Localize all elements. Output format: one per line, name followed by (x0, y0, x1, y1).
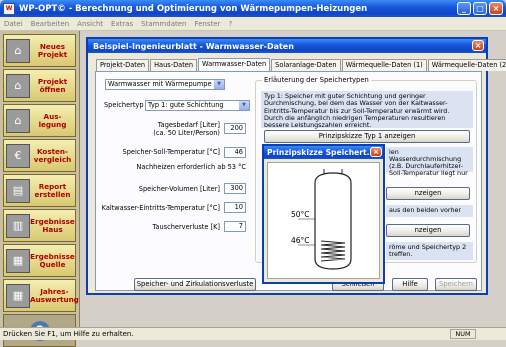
house-design-icon: ⌂ (6, 108, 30, 133)
app-title: WP-OPT© - Berechnung und Optimierung von… (19, 3, 368, 14)
sidebar-label: Projekt öffnen (37, 76, 68, 94)
sidebar-label: Kosten-vergleich (33, 146, 72, 164)
sidebar-open-project[interactable]: ⌂ Projekt öffnen (3, 69, 76, 102)
house-open-icon: ⌂ (6, 73, 30, 98)
speichern-button[interactable]: Speichern (435, 278, 477, 291)
tab-projekt-daten[interactable]: Projekt-Daten (96, 59, 150, 71)
minimize-button[interactable]: _ (457, 2, 471, 15)
tank-outline (314, 172, 352, 270)
group-title: Erläuterung der Speichertypen (262, 76, 371, 84)
tab-haus-daten[interactable]: Haus-Daten (150, 59, 198, 71)
status-text: Drücken Sie F1, um Hilfe zu erhalten. (3, 330, 134, 338)
menu-datei[interactable]: Datei (4, 20, 23, 28)
sidebar-label: Ergebnisse Haus (30, 216, 75, 234)
info-typ1: Typ 1: Speicher mit guter Schichtung und… (261, 91, 473, 129)
kaltwasser-temp-input[interactable]: 10 (224, 202, 246, 213)
house-icon: ⌂ (6, 38, 30, 63)
sidebar-label: Ergebnisse Quelle (30, 251, 75, 269)
chart-source-icon: ▦ (6, 248, 30, 273)
sidebar-new-project[interactable]: ⌂ Neues Projekt (3, 34, 76, 67)
nachheizen-text: Nachheizen erforderlich ab 53 °C (136, 163, 246, 171)
heat-exchanger-coil (320, 240, 346, 262)
speicher-volumen-label: Speicher-Volumen [Liter] (138, 185, 220, 193)
menu-extras[interactable]: Extras (111, 20, 133, 28)
temp-top-label: 50°C (291, 210, 310, 219)
money-icon: € (6, 143, 30, 168)
sidebar-label: Neues Projekt (37, 41, 68, 59)
speicher-soll-temp-input[interactable]: 46 (224, 147, 246, 158)
sidebar-report[interactable]: ▤ Report erstellen (3, 174, 76, 207)
sidebar-label: Report erstellen (34, 181, 71, 199)
close-button[interactable]: × (489, 2, 503, 15)
tagesbedarf-input[interactable]: 200 (224, 123, 246, 134)
chevron-down-icon: ▼ (214, 80, 224, 89)
sidebar-results-house[interactable]: ▥ Ergebnisse Haus (3, 209, 76, 242)
tab-waermequelle-2[interactable]: Wärmequelle-Daten (2) (427, 59, 506, 71)
sketch-canvas: 50°C 46°C (267, 162, 380, 279)
kaltwasser-temp-label: Kaltwasser-Eintritts-Temperatur [°C] (101, 204, 220, 212)
dialog-close-button[interactable]: × (472, 40, 484, 51)
speicher-volumen-input[interactable]: 300 (224, 183, 246, 194)
app-logo-icon: W (3, 2, 15, 15)
speichertyp-value: Typ 1: gute Schichtung (148, 101, 224, 109)
menu-ansicht[interactable]: Ansicht (77, 20, 103, 28)
menu-help[interactable]: ? (228, 20, 232, 28)
sidebar: ⌂ Neues Projekt ⌂ Projekt öffnen ⌂ Aus-l… (0, 31, 80, 347)
tab-strip: Projekt-Daten Haus-Daten Warmwasser-Date… (96, 58, 506, 71)
menu-fenster[interactable]: Fenster (194, 20, 220, 28)
sketch-close-button[interactable]: × (370, 147, 382, 157)
calendar-icon: ▦ (6, 283, 30, 308)
speicher-soll-temp-label: Speicher-Soll-Temperatur [°C] (122, 148, 220, 156)
info-typ3: aus den beiden vorher (386, 205, 473, 217)
sidebar-label: Aus-legung (38, 111, 67, 129)
speicherverluste-button[interactable]: Speicher- und Zirkulationsverluste (134, 278, 256, 291)
menu-stammdaten[interactable]: Stammdaten (141, 20, 186, 28)
prinzipskizze-typ1-button[interactable]: Prinzipskizze Typ 1 anzeigen (264, 130, 470, 143)
prinzipskizze-typ3-button[interactable]: nzeigen (386, 224, 470, 237)
dialog-title: Beispiel-Ingenieurblatt - Warmwasser-Dat… (93, 41, 294, 51)
sidebar-label: Jahres-Auswertung (30, 286, 79, 304)
tagesbedarf-label: Tagesbedarf [Liter] (ca. 50 Liter/Person… (153, 121, 220, 137)
info-typ4-line2: treffen. (389, 250, 413, 258)
tab-waermequelle-1[interactable]: Wärmequelle-Daten (1) (341, 59, 427, 71)
speichertyp-select[interactable]: Typ 1: gute Schichtung ▼ (145, 100, 250, 111)
report-icon: ▤ (6, 178, 30, 203)
sidebar-design[interactable]: ⌂ Aus-legung (3, 104, 76, 137)
sidebar-results-source[interactable]: ▦ Ergebnisse Quelle (3, 244, 76, 277)
info-typ2-line3: Soll-Temperatur liegt nur (389, 169, 468, 177)
temp-bottom-label: 46°C (291, 236, 310, 245)
menu-bearbeiten[interactable]: Bearbeiten (31, 20, 69, 28)
sketch-window: Prinzipskizze Speichert... × 50°C 46°C (262, 144, 385, 284)
mode-select[interactable]: Warmwasser mit Wärmepumpe ▼ (105, 79, 225, 90)
sketch-title: Prinzipskizze Speichert... (267, 148, 376, 157)
menu-bar: Datei Bearbeiten Ansicht Extras Stammdat… (0, 17, 506, 31)
app-title-bar: W WP-OPT© - Berechnung und Optimierung v… (0, 0, 506, 17)
tab-solaranlage-daten[interactable]: Solaranlage-Daten (271, 59, 341, 71)
maximize-button[interactable]: □ (473, 2, 487, 15)
chevron-down-icon: ▼ (239, 101, 249, 110)
num-lock-indicator: NUM (450, 329, 476, 339)
chart-house-icon: ▥ (6, 213, 30, 238)
speichertyp-label: Speichertyp (104, 101, 144, 109)
tauscherverluste-input[interactable]: 7 (224, 221, 246, 232)
mode-select-value: Warmwasser mit Wärmepumpe (108, 80, 212, 88)
sidebar-annual-evaluation[interactable]: ▦ Jahres-Auswertung (3, 279, 79, 312)
sketch-title-bar: Prinzipskizze Speichert... × (264, 146, 383, 159)
info-typ4: röme und Speichertyp 2 treffen. (386, 242, 473, 260)
tauscherverluste-label: Tauscherverluste [K] (152, 223, 221, 231)
tab-warmwasser-daten[interactable]: Warmwasser-Daten (198, 58, 271, 71)
info-typ2-line1: len Wasserdurchmischung (389, 148, 462, 163)
sidebar-cost-comparison[interactable]: € Kosten-vergleich (3, 139, 76, 172)
info-typ2: len Wasserdurchmischung (z.B. Durchlaufe… (386, 147, 473, 177)
hilfe-button[interactable]: Hilfe (392, 278, 428, 291)
status-bar: Drücken Sie F1, um Hilfe zu erhalten. NU… (0, 327, 506, 340)
dialog-title-bar: Beispiel-Ingenieurblatt - Warmwasser-Dat… (88, 39, 486, 53)
prinzipskizze-typ2-button[interactable]: nzeigen (386, 187, 470, 200)
storage-tank-diagram: 50°C 46°C (291, 169, 352, 270)
